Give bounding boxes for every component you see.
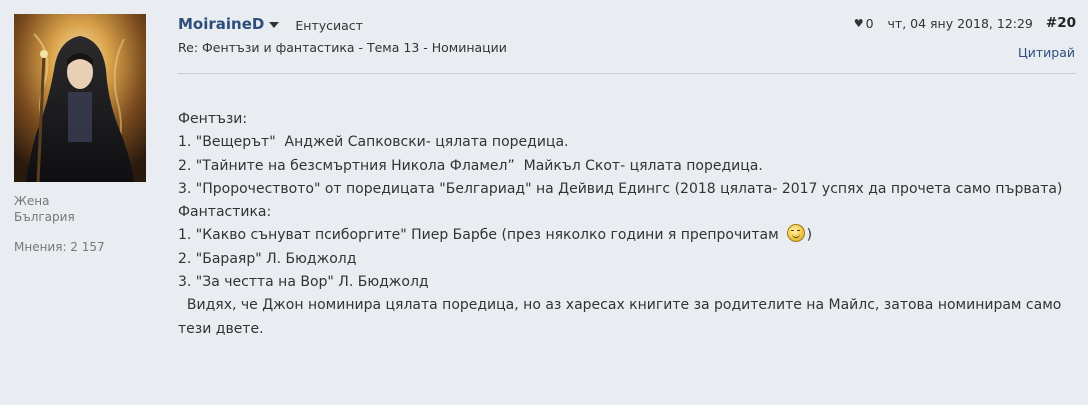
- quote-button[interactable]: Цитирай: [1018, 45, 1075, 60]
- content-line: 3. "За честта на Вор" Л. Бюджолд: [178, 274, 429, 291]
- like-count: 0: [865, 15, 874, 31]
- post-date: чт, 04 яну 2018, 12:29: [887, 15, 1033, 31]
- post-header: MoiraineD Ентусиаст: [178, 13, 363, 35]
- post-meta: ♥ 0 чт, 04 яну 2018, 12:29 #20: [854, 15, 1076, 31]
- content-line: Фантастика:: [178, 204, 272, 221]
- post-content: Фентъзи: 1. "Вещерът" Анджей Сапковски- …: [178, 108, 1076, 341]
- avatar-image: [14, 14, 146, 182]
- heart-icon[interactable]: ♥: [854, 17, 864, 30]
- post-number-link[interactable]: #20: [1046, 15, 1076, 31]
- content-line: 3. "Пророчеството" от поредицата "Белгар…: [178, 180, 1063, 197]
- forum-post: Жена България Мнения: 2 157 MoiraineD Ен…: [0, 0, 1088, 405]
- content-line: 1. "Вещерът" Анджей Сапковски- цялата по…: [178, 134, 569, 151]
- user-country: България: [14, 210, 75, 224]
- content-paragraph: Видях, че Джон номинира цялата поредица,…: [178, 297, 1066, 337]
- user-rank: Ентусиаст: [295, 17, 363, 33]
- divider: [178, 73, 1076, 74]
- content-line-with-smiley: 1. "Какво сънуват псиборгите" Пиер Барбе…: [178, 224, 1076, 247]
- content-line: Фентъзи:: [178, 111, 248, 127]
- content-text: 1. "Какво сънуват псиборгите" Пиер Барбе…: [178, 227, 779, 244]
- user-info: Жена България: [14, 193, 75, 225]
- content-text: ): [806, 227, 813, 244]
- user-posts-count: Мнения: 2 157: [14, 240, 105, 254]
- avatar[interactable]: [14, 14, 146, 182]
- post-title: Re: Фентъзи и фантастика - Тема 13 - Ном…: [178, 40, 507, 55]
- chevron-down-icon[interactable]: [269, 22, 280, 28]
- content-line: 2. "Бараяр" Л. Бюджолд: [178, 250, 357, 267]
- content-line: 2. "Тайните на безсмъртния Никола Фламел…: [178, 157, 763, 174]
- smiley-icon: [786, 224, 805, 243]
- user-gender: Жена: [14, 194, 50, 208]
- username-link[interactable]: MoiraineD: [178, 15, 264, 33]
